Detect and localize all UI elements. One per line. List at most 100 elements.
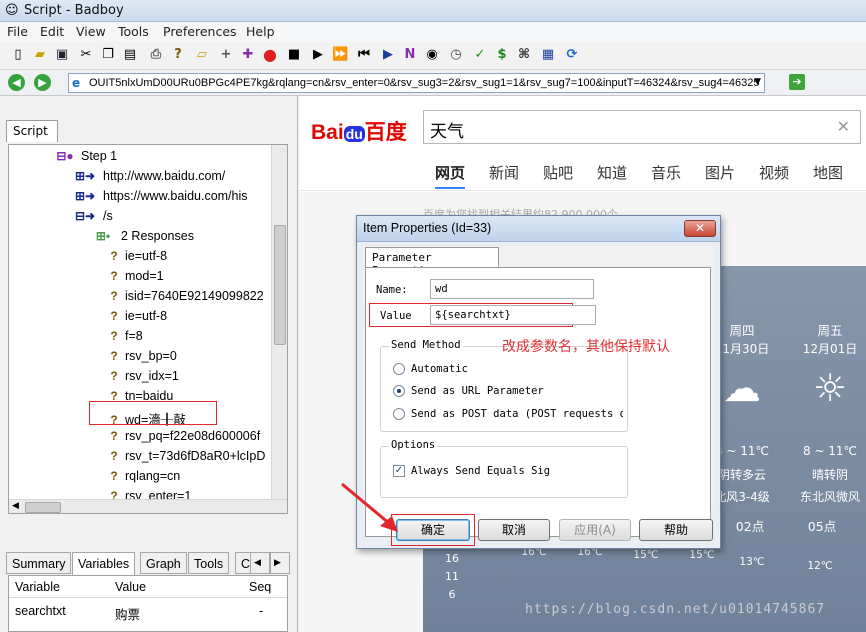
new-icon[interactable]: ▯: [10, 47, 26, 63]
tab-web[interactable]: 网页: [435, 162, 466, 189]
tab-news[interactable]: 新闻: [489, 162, 519, 183]
add-step-icon[interactable]: +: [218, 47, 234, 63]
column-header-value[interactable]: Value: [115, 580, 146, 594]
menu-help[interactable]: Help: [246, 24, 275, 39]
tree-item-request[interactable]: ⊞➜ http://www.baidu.com/: [71, 169, 225, 189]
always-send-checkbox[interactable]: ✓: [393, 465, 405, 477]
cancel-button[interactable]: 取消: [478, 519, 550, 541]
tab-images[interactable]: 图片: [705, 162, 735, 183]
horizontal-scrollbar[interactable]: ◀: [9, 499, 287, 513]
tree-item-request[interactable]: ⊟➜/s: [71, 209, 113, 229]
help-button[interactable]: 帮助: [639, 519, 713, 541]
axis-value: 16: [445, 552, 459, 565]
annotation-text: 改成参数名，其他保持默认: [502, 339, 670, 355]
refresh-icon[interactable]: ⟳: [564, 47, 580, 63]
radio-url-parameter[interactable]: [393, 385, 405, 397]
add-folder-icon[interactable]: ▱: [194, 47, 210, 63]
paste-icon[interactable]: ▤: [122, 47, 138, 63]
close-icon[interactable]: ✕: [684, 220, 716, 237]
script-pane: Script ⊟● Step 1 ⊞➜ http://www.baidu.com/ …: [0, 96, 298, 632]
open-icon[interactable]: ▰: [32, 47, 48, 63]
day-label: 周五: [817, 323, 843, 338]
tree-item-param[interactable]: ? rsv_idx=1: [107, 369, 179, 389]
radio-post-data[interactable]: [393, 408, 405, 420]
chevron-down-icon[interactable]: ▼: [754, 77, 761, 87]
value-input[interactable]: ${searchtxt}: [430, 305, 596, 325]
tab-scroll-left-icon[interactable]: ◀: [250, 552, 270, 574]
variable-icon[interactable]: $: [494, 47, 510, 63]
tree-item-param[interactable]: ? rsv_bp=0: [107, 349, 176, 369]
back-icon[interactable]: ◀: [8, 74, 25, 91]
save-icon[interactable]: ▣: [54, 47, 70, 63]
navigate-icon[interactable]: ▶: [380, 47, 396, 63]
clear-icon[interactable]: ✕: [837, 117, 850, 136]
tab-graph[interactable]: Graph: [140, 552, 187, 574]
print-icon[interactable]: ⎙: [148, 47, 164, 63]
tab-parameter-properties[interactable]: Parameter Properties: [365, 247, 499, 277]
tree-item-param[interactable]: ? rsv_pq=f22e08d600006f: [107, 429, 260, 449]
column-header-variable[interactable]: Variable: [15, 580, 60, 594]
tree-item-param[interactable]: ? rqlang=cn: [107, 469, 180, 489]
menu-file[interactable]: File: [7, 24, 28, 39]
tree-item-responses[interactable]: ⊞• 2 Responses: [89, 229, 194, 249]
tab-scroll-right-icon[interactable]: ▶: [270, 552, 290, 574]
copy-icon[interactable]: ❐: [100, 47, 116, 63]
column-header-seq[interactable]: Seq: [249, 580, 271, 594]
stop-icon[interactable]: ■: [286, 47, 302, 63]
baidu-logo[interactable]: Bai du百度: [311, 116, 407, 146]
menu-view[interactable]: View: [76, 24, 106, 39]
script-icon[interactable]: ⌘: [516, 47, 532, 63]
add-item-icon[interactable]: ✚: [240, 47, 256, 63]
tree-item-request[interactable]: ⊞➜ https://www.baidu.com/his: [71, 189, 248, 209]
tree-item-param[interactable]: ? f=8: [107, 329, 142, 349]
dialog-body: Parameter Properties Name: wd Value ${se…: [363, 246, 714, 537]
question-icon[interactable]: ?: [170, 47, 186, 63]
rewind-icon[interactable]: ⏮: [356, 47, 372, 63]
record-icon[interactable]: ●: [262, 47, 278, 63]
play-icon[interactable]: ▶: [310, 47, 326, 63]
vertical-scrollbar[interactable]: [271, 145, 287, 500]
tree-item-param[interactable]: ? ie=utf-8: [107, 249, 167, 269]
check-icon[interactable]: ✓: [472, 47, 488, 63]
tree-item-param[interactable]: ? mod=1: [107, 269, 163, 289]
parameter-panel: Name: wd Value ${searchtxt} Send Method …: [365, 267, 711, 537]
menu-preferences[interactable]: Preferences: [163, 24, 237, 39]
tab-tools[interactable]: Tools: [188, 552, 230, 574]
highlight-box: [89, 401, 217, 425]
forward-icon[interactable]: ▶: [34, 74, 51, 91]
chevron-left-icon[interactable]: ◀: [12, 501, 19, 511]
tree-item-param[interactable]: ? ie=utf-8: [107, 309, 167, 329]
scroll-thumb[interactable]: [25, 502, 61, 513]
cut-icon[interactable]: ✂: [78, 47, 94, 63]
tab-zhidao[interactable]: 知道: [597, 162, 627, 183]
name-input[interactable]: wd: [430, 279, 594, 299]
hour-temp: 13℃: [739, 556, 765, 568]
menu-tools[interactable]: Tools: [118, 24, 149, 39]
tab-variables[interactable]: Variables: [72, 552, 136, 575]
param-icon: ?: [110, 249, 118, 263]
tab-script[interactable]: Script: [6, 120, 58, 142]
screenshot-icon[interactable]: ◉: [424, 47, 440, 63]
tab-summary[interactable]: Summary: [6, 552, 72, 574]
radio-automatic[interactable]: [393, 363, 405, 375]
ok-button[interactable]: 确定: [396, 519, 470, 541]
scroll-thumb[interactable]: [274, 225, 286, 345]
tab-music[interactable]: 音乐: [651, 162, 681, 183]
wind-desc: 东北风微风: [799, 490, 860, 504]
tab-video[interactable]: 视频: [759, 162, 789, 183]
n-icon[interactable]: N: [402, 47, 418, 63]
tab-map[interactable]: 地图: [813, 162, 843, 183]
tree-item-step[interactable]: ⊟● Step 1: [53, 149, 117, 169]
tree-item-param[interactable]: ? isid=7640E92149099822: [107, 289, 263, 309]
hour-label: 05点: [807, 519, 837, 534]
tab-tieba[interactable]: 贴吧: [543, 162, 573, 183]
search-input[interactable]: 天气 ✕: [423, 110, 861, 144]
ie-icon: e: [72, 76, 81, 90]
timer-icon[interactable]: ◷: [448, 47, 464, 63]
go-icon[interactable]: ➔: [789, 74, 805, 90]
data-icon[interactable]: ▦: [540, 47, 556, 63]
tree-item-param[interactable]: ? rsv_t=73d6fD8aR0+lcIpD: [107, 449, 265, 469]
play-all-icon[interactable]: ⏩: [332, 47, 348, 63]
menu-edit[interactable]: Edit: [40, 24, 64, 39]
url-input[interactable]: e OUIT5nlxUmD00URu0BPGc4PE7kg&rqlang=cn&…: [68, 73, 765, 93]
